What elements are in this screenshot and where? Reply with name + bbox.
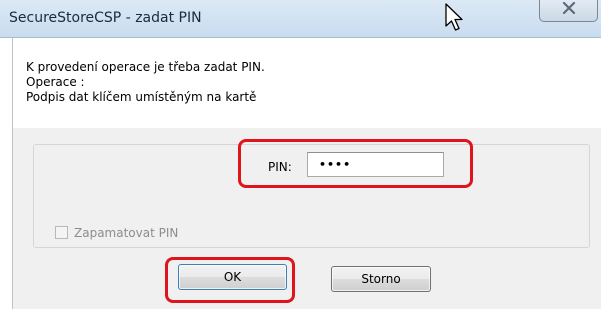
message-line-3: Podpis dat klíčem umístěným na kartě bbox=[26, 90, 257, 104]
window-title: SecureStoreCSP - zadat PIN bbox=[9, 10, 202, 26]
cancel-button[interactable]: Storno bbox=[331, 266, 431, 292]
message-panel: K provedení operace je třeba zadat PIN. … bbox=[13, 38, 601, 128]
mouse-cursor-icon bbox=[444, 2, 468, 36]
dialog-body: K provedení operace je třeba zadat PIN. … bbox=[12, 38, 601, 309]
title-bar: SecureStoreCSP - zadat PIN bbox=[0, 0, 601, 38]
pin-highlight-outline bbox=[238, 139, 473, 188]
message-line-1: K provedení operace je třeba zadat PIN. bbox=[26, 60, 265, 74]
message-line-2: Operace : bbox=[26, 75, 85, 89]
ok-highlight-outline bbox=[165, 257, 295, 303]
remember-pin-label: Zapamatovat PIN bbox=[74, 226, 179, 240]
close-icon bbox=[562, 2, 576, 14]
close-button[interactable] bbox=[539, 0, 598, 22]
remember-pin-checkbox[interactable] bbox=[55, 226, 68, 239]
